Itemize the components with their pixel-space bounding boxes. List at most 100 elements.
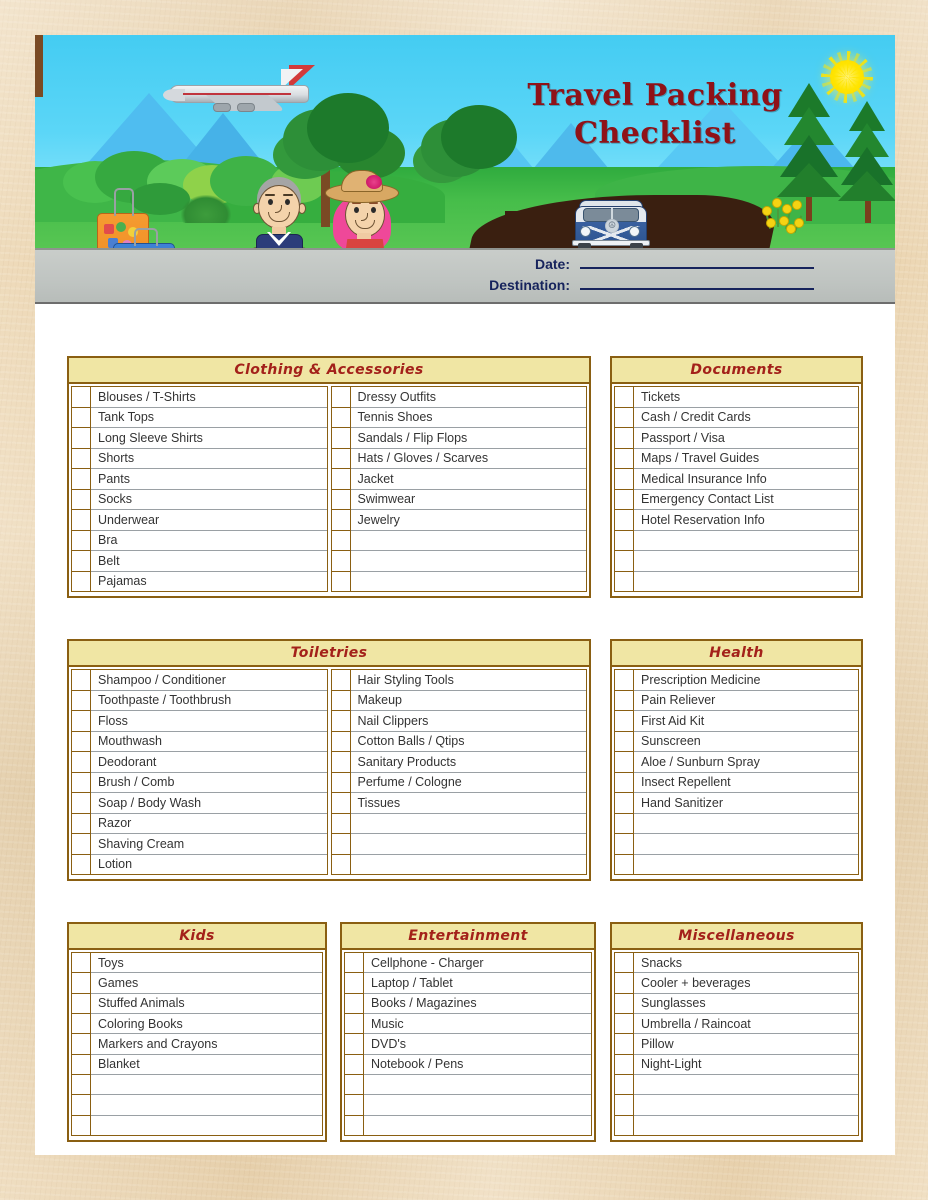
- checklist-item[interactable]: Makeup: [350, 691, 586, 711]
- checkbox[interactable]: [615, 670, 633, 691]
- checklist-item[interactable]: Tickets: [634, 387, 858, 408]
- checkbox[interactable]: [615, 793, 633, 814]
- checklist-item[interactable]: Blouses / T-Shirts: [91, 387, 327, 408]
- checkbox[interactable]: [615, 1034, 633, 1055]
- checkbox[interactable]: [72, 1115, 90, 1135]
- checkbox[interactable]: [615, 551, 633, 572]
- checkbox[interactable]: [331, 793, 350, 814]
- checklist-item[interactable]: Hair Styling Tools: [350, 670, 586, 691]
- checklist-item[interactable]: Mouthwash: [91, 732, 327, 752]
- checklist-item[interactable]: Razor: [91, 814, 327, 834]
- checkbox[interactable]: [615, 731, 633, 752]
- checkbox[interactable]: [331, 834, 350, 855]
- checkbox[interactable]: [72, 551, 90, 572]
- checkbox[interactable]: [615, 854, 633, 874]
- checklist-item[interactable]: [634, 531, 858, 551]
- checklist-item[interactable]: Aloe / Sunburn Spray: [634, 752, 858, 773]
- checkbox[interactable]: [72, 387, 90, 408]
- checkbox[interactable]: [331, 711, 350, 732]
- checklist-item[interactable]: [634, 572, 858, 592]
- checkbox[interactable]: [345, 1115, 363, 1135]
- checklist-item[interactable]: [350, 814, 586, 834]
- checklist-item[interactable]: [634, 1095, 858, 1116]
- checklist-item[interactable]: [350, 531, 586, 551]
- checkbox[interactable]: [331, 731, 350, 752]
- checklist-item[interactable]: Cellphone - Charger: [364, 953, 591, 974]
- checklist-item[interactable]: [364, 1116, 591, 1135]
- checklist-item[interactable]: Brush / Comb: [91, 773, 327, 793]
- checkbox[interactable]: [615, 510, 633, 531]
- checklist-item[interactable]: Emergency Contact List: [634, 490, 858, 510]
- checkbox[interactable]: [331, 690, 350, 711]
- checkbox[interactable]: [72, 1034, 90, 1055]
- checklist-item[interactable]: Blanket: [91, 1055, 322, 1075]
- checklist-item[interactable]: Swimwear: [350, 490, 586, 510]
- checkbox[interactable]: [72, 752, 90, 773]
- checkbox[interactable]: [72, 571, 90, 591]
- checklist-item[interactable]: Perfume / Cologne: [350, 773, 586, 793]
- checkbox[interactable]: [331, 813, 350, 834]
- checklist-item[interactable]: DVD's: [364, 1034, 591, 1055]
- checklist-item[interactable]: Stuffed Animals: [91, 994, 322, 1014]
- checkbox[interactable]: [615, 1074, 633, 1096]
- checkbox[interactable]: [345, 1095, 363, 1116]
- checkbox[interactable]: [72, 489, 90, 510]
- checkbox[interactable]: [331, 448, 350, 469]
- checkbox[interactable]: [331, 428, 350, 449]
- checklist-item[interactable]: Music: [364, 1014, 591, 1035]
- checkbox[interactable]: [72, 711, 90, 732]
- checkbox[interactable]: [72, 1054, 90, 1075]
- checklist-item[interactable]: [350, 551, 586, 572]
- checklist-item[interactable]: Prescription Medicine: [634, 670, 858, 691]
- checklist-item[interactable]: Deodorant: [91, 752, 327, 773]
- checklist-item[interactable]: [91, 1116, 322, 1135]
- checklist-item[interactable]: [634, 855, 858, 875]
- checklist-item[interactable]: Toys: [91, 953, 322, 974]
- checklist-item[interactable]: Insect Repellent: [634, 773, 858, 793]
- checklist-item[interactable]: Books / Magazines: [364, 994, 591, 1014]
- checkbox[interactable]: [72, 428, 90, 449]
- checklist-item[interactable]: [350, 834, 586, 855]
- checkbox[interactable]: [615, 973, 633, 994]
- checklist-item[interactable]: [634, 1075, 858, 1096]
- destination-input[interactable]: [580, 288, 814, 290]
- checkbox[interactable]: [72, 813, 90, 834]
- checklist-item[interactable]: Lotion: [91, 855, 327, 875]
- checklist-item[interactable]: Pajamas: [91, 572, 327, 592]
- checklist-item[interactable]: [634, 1116, 858, 1135]
- checklist-item[interactable]: Underwear: [91, 510, 327, 531]
- checkbox[interactable]: [615, 772, 633, 793]
- checkbox[interactable]: [345, 953, 363, 974]
- checklist-item[interactable]: Hats / Gloves / Scarves: [350, 449, 586, 469]
- checklist-item[interactable]: Tissues: [350, 793, 586, 814]
- checkbox[interactable]: [345, 993, 363, 1014]
- checklist-item[interactable]: Passport / Visa: [634, 428, 858, 449]
- checkbox[interactable]: [72, 793, 90, 814]
- checklist-item[interactable]: [634, 814, 858, 834]
- checkbox[interactable]: [615, 1095, 633, 1116]
- checklist-item[interactable]: Games: [91, 973, 322, 994]
- checkbox[interactable]: [615, 428, 633, 449]
- checklist-item[interactable]: Sanitary Products: [350, 752, 586, 773]
- checkbox[interactable]: [331, 510, 350, 531]
- checklist-item[interactable]: Maps / Travel Guides: [634, 449, 858, 469]
- checkbox[interactable]: [615, 993, 633, 1014]
- checkbox[interactable]: [72, 530, 90, 551]
- checklist-item[interactable]: Socks: [91, 490, 327, 510]
- checkbox[interactable]: [72, 731, 90, 752]
- checkbox[interactable]: [615, 752, 633, 773]
- checkbox[interactable]: [72, 953, 90, 974]
- checkbox[interactable]: [331, 530, 350, 551]
- checkbox[interactable]: [331, 387, 350, 408]
- checklist-item[interactable]: Belt: [91, 551, 327, 572]
- checklist-item[interactable]: Nail Clippers: [350, 711, 586, 732]
- checklist-item[interactable]: Sandals / Flip Flops: [350, 428, 586, 449]
- checklist-item[interactable]: Floss: [91, 711, 327, 732]
- checkbox[interactable]: [331, 489, 350, 510]
- checkbox[interactable]: [615, 571, 633, 591]
- checklist-item[interactable]: Markers and Crayons: [91, 1034, 322, 1055]
- checklist-item[interactable]: [364, 1095, 591, 1116]
- checkbox[interactable]: [72, 469, 90, 490]
- checklist-item[interactable]: Shorts: [91, 449, 327, 469]
- checklist-item[interactable]: Pants: [91, 469, 327, 490]
